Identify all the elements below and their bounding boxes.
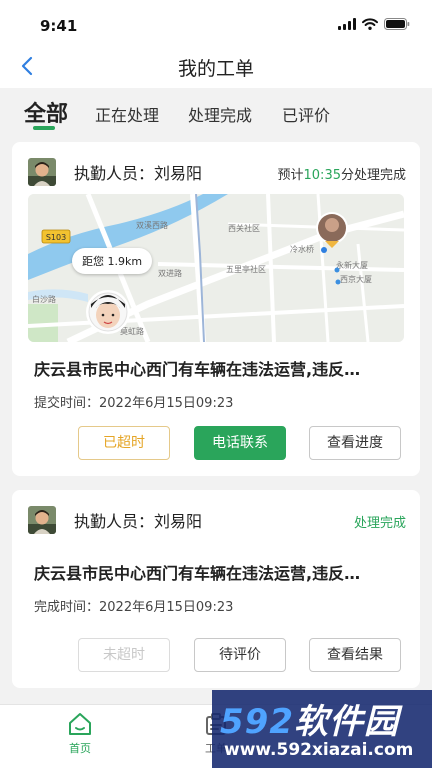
bottom-tab-home[interactable]: 首页 <box>50 711 110 756</box>
order-card[interactable]: 执勤人员：刘易阳 处理完成 庆云县市民中心西门有车辆在违法运营,违反… 完成时间… <box>12 490 420 688</box>
watermark-brand: 592软件园 <box>220 702 399 742</box>
status-bar: 9:41 <box>0 0 432 44</box>
distance-bubble: 距您 1.9km <box>72 248 153 274</box>
officer-avatar <box>28 506 56 534</box>
watermark-url: www.592xiazai.com <box>224 740 414 760</box>
view-result-button[interactable]: 查看结果 <box>309 638 401 672</box>
road-badge: S103 <box>46 233 66 242</box>
battery-icon <box>384 18 410 30</box>
page-title: 我的工单 <box>177 58 254 80</box>
officer-name: 执勤人员：刘易阳 <box>74 512 203 531</box>
eta-time: 10:35 <box>303 168 341 183</box>
tab-all[interactable]: 全部 <box>24 96 68 128</box>
complete-time: 完成时间：2022年6月15日09:23 <box>34 600 234 615</box>
tab-indicator <box>33 126 55 130</box>
location-map[interactable]: S103 双溪西路 西关社区 冷水桥 永新大厦 西京大厦 五里亭社区 双进路 白… <box>28 194 404 342</box>
cellular-signal-icon <box>338 18 356 30</box>
submit-time: 提交时间：2022年6月15日09:23 <box>34 396 234 411</box>
status-time: 9:41 <box>40 17 78 35</box>
map-label: 双进路 <box>158 268 182 278</box>
filter-tabs: 全部 正在处理 处理完成 已评价 <box>0 88 432 136</box>
rate-button[interactable]: 待评价 <box>194 638 286 672</box>
status-badge: 处理完成 <box>353 516 406 531</box>
tab-processing[interactable]: 正在处理 <box>95 102 159 126</box>
view-progress-button[interactable]: 查看进度 <box>309 426 401 460</box>
eta-text: 预计10:35分处理完成 <box>277 168 407 183</box>
map-label: 双溪西路 <box>136 220 168 230</box>
map-label: 五里亭社区 <box>226 264 266 274</box>
tab-rated[interactable]: 已评价 <box>282 102 330 126</box>
status-icons <box>338 18 410 30</box>
tab-completed[interactable]: 处理完成 <box>188 102 252 126</box>
not-overdue-button[interactable]: 未超时 <box>78 638 170 672</box>
map-label: 西京大厦 <box>340 274 372 284</box>
bottom-tab-label: 首页 <box>69 742 91 755</box>
map-label: 冷水桥 <box>290 244 314 254</box>
order-card[interactable]: 执勤人员：刘易阳 预计10:35分处理完成 S103 双溪西路 西关社区 冷水桥… <box>12 142 420 476</box>
order-title: 庆云县市民中心西门有车辆在违法运营,违反… <box>34 564 361 583</box>
officer-avatar <box>28 158 56 186</box>
wifi-icon <box>362 18 378 30</box>
map-label: 西关社区 <box>228 223 260 233</box>
map-label: 白沙路 <box>32 294 56 304</box>
home-icon <box>69 713 91 735</box>
map-label: 永新大厦 <box>336 260 368 270</box>
watermark-logo: 592软件园 www.592xiazai.com <box>212 690 432 768</box>
officer-name: 执勤人员：刘易阳 <box>74 164 203 183</box>
order-title: 庆云县市民中心西门有车辆在违法运营,违反… <box>34 360 361 379</box>
nav-bar: 我的工单 <box>0 44 432 88</box>
call-button[interactable]: 电话联系 <box>194 426 286 460</box>
overdue-button[interactable]: 已超时 <box>78 426 170 460</box>
